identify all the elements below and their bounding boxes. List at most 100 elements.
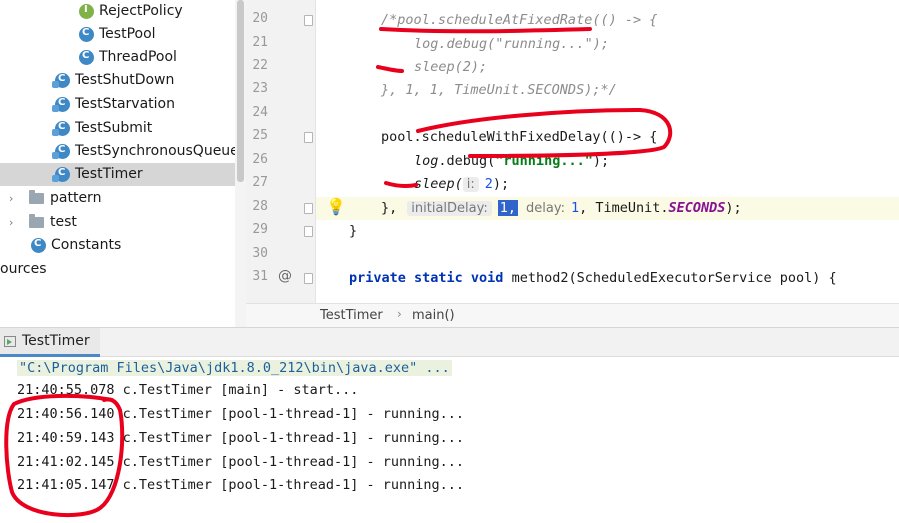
line-number: 23 xyxy=(252,81,268,96)
code-line-31[interactable]: private static void method2(ScheduledExe… xyxy=(316,267,899,290)
console-command[interactable]: "C:\Program Files\Java\jdk1.8.0_212\bin\… xyxy=(17,360,452,376)
interface-icon xyxy=(79,4,94,19)
gutter-row: 25 xyxy=(246,126,316,149)
fold-marker-icon[interactable] xyxy=(304,226,313,237)
gutter-row: 27 xyxy=(246,173,316,196)
tree-item-rejectpolicy[interactable]: RejectPolicy xyxy=(0,0,235,23)
code-comment: /*pool.scheduleAtFixedRate(() -> { xyxy=(381,12,658,28)
code-line-26[interactable]: log.debug("running..."); xyxy=(316,150,899,173)
code-text: ); xyxy=(492,176,510,192)
gutter-row: 21 xyxy=(246,33,316,56)
code-line-25[interactable]: pool.scheduleWithFixedDelay(()-> { xyxy=(316,126,899,149)
gutter-row: 31 @ xyxy=(246,267,316,290)
editor-gutter: 20 21 22 23 24 25 26 27 28 29 30 31 @ xyxy=(246,0,316,303)
run-config-icon xyxy=(4,335,16,347)
code-text: , TimeUnit. xyxy=(579,200,669,216)
class-icon xyxy=(52,121,70,136)
gutter-row: 24 xyxy=(246,103,316,126)
line-number: 30 xyxy=(252,246,268,261)
tree-item-label: Constants xyxy=(51,237,122,253)
code-number: 2 xyxy=(484,176,493,192)
code-text: } xyxy=(349,223,358,239)
tree-item-label: TestTimer xyxy=(75,166,143,182)
class-icon xyxy=(79,27,94,42)
tree-item-pattern[interactable]: › pattern xyxy=(0,187,235,210)
tree-item-testtimer[interactable]: TestTimer xyxy=(0,163,235,186)
run-tab-testtimer[interactable]: TestTimer xyxy=(0,328,100,357)
project-tree[interactable]: RejectPolicy TestPool ThreadPool TestShu… xyxy=(0,0,246,327)
fold-marker-icon[interactable] xyxy=(304,203,313,214)
class-icon xyxy=(52,73,70,88)
chevron-right-icon[interactable]: › xyxy=(9,192,23,205)
run-console[interactable]: "C:\Program Files\Java\jdk1.8.0_212\bin\… xyxy=(0,357,899,523)
code-text: }, xyxy=(381,200,398,216)
run-panel-header: TestTimer xyxy=(0,327,899,357)
tree-item-testpool[interactable]: TestPool xyxy=(0,23,235,46)
code-method: sleep( xyxy=(414,176,463,192)
tree-item-threadpool[interactable]: ThreadPool xyxy=(0,46,235,69)
tree-item-teststarvation[interactable]: TestStarvation xyxy=(0,93,235,116)
tree-item-label: ources xyxy=(0,261,47,277)
fold-marker-icon[interactable] xyxy=(304,273,313,284)
class-icon xyxy=(52,167,70,182)
code-field: log xyxy=(414,153,439,169)
tree-item-constants[interactable]: Constants xyxy=(0,234,235,257)
tree-item-label: pattern xyxy=(50,190,102,206)
chevron-right-icon[interactable]: › xyxy=(9,216,23,229)
param-hint: i: xyxy=(462,177,479,192)
tree-item-label: TestSynchronousQueue xyxy=(75,143,239,159)
breadcrumb-method[interactable]: main() xyxy=(412,308,455,323)
tree-item-label: ThreadPool xyxy=(99,49,177,65)
tree-scrollbar-thumb[interactable] xyxy=(237,0,244,182)
breadcrumb: TestTimer › main() xyxy=(246,303,899,327)
line-number: 31 xyxy=(252,269,268,284)
override-annotation-icon[interactable]: @ xyxy=(278,268,292,284)
fold-marker-icon[interactable] xyxy=(304,132,313,143)
breadcrumb-class[interactable]: TestTimer xyxy=(320,308,383,323)
code-editor[interactable]: 20 21 22 23 24 25 26 27 28 29 30 31 @ /*p… xyxy=(246,0,899,303)
gutter-row: 30 xyxy=(246,244,316,267)
gutter-row: 28 xyxy=(246,197,316,220)
code-line-22[interactable]: sleep(2); xyxy=(316,56,899,79)
code-number: 1 xyxy=(570,200,580,216)
class-icon xyxy=(31,238,46,253)
code-text: .debug( xyxy=(438,153,496,169)
console-line: 21:40:59.143 c.TestTimer [pool-1-thread-… xyxy=(17,430,465,446)
line-number: 21 xyxy=(252,35,268,50)
tree-item-label: RejectPolicy xyxy=(99,3,183,19)
tree-item-label: TestStarvation xyxy=(75,96,175,112)
line-number: 24 xyxy=(252,105,268,120)
gutter-row: 29 xyxy=(246,220,316,243)
lightbulb-icon[interactable]: 💡 xyxy=(326,197,346,216)
tree-item-testsynchronousqueue[interactable]: TestSynchronousQueue xyxy=(0,140,239,163)
code-line-28[interactable]: }, initialDelay: 1, delay: 1, TimeUnit.SECON… xyxy=(316,197,899,220)
code-text: pool.scheduleWithFixedDelay(()-> { xyxy=(381,129,658,145)
fold-marker-icon[interactable] xyxy=(304,15,313,26)
class-icon xyxy=(52,144,70,159)
code-line-23[interactable]: }, 1, 1, TimeUnit.SECONDS);*/ xyxy=(316,79,899,102)
param-hint: initialDelay: xyxy=(407,201,492,216)
param-hint: delay: xyxy=(526,201,565,216)
console-line: 21:41:05.147 c.TestTimer [pool-1-thread-… xyxy=(17,477,465,493)
class-icon xyxy=(52,97,70,112)
code-comment: sleep(2); xyxy=(414,59,488,75)
class-icon xyxy=(79,50,94,65)
code-line-20[interactable]: /*pool.scheduleAtFixedRate(() -> { xyxy=(316,9,899,32)
tree-item-label: TestShutDown xyxy=(75,72,175,88)
tree-item-test[interactable]: › test xyxy=(0,211,235,234)
code-constant: SECONDS xyxy=(668,200,726,216)
breadcrumb-separator-icon: › xyxy=(397,307,402,321)
tree-item-testshutdown[interactable]: TestShutDown xyxy=(0,69,235,92)
tree-scrollbar[interactable] xyxy=(235,0,246,327)
code-line-21[interactable]: log.debug("running..."); xyxy=(316,33,899,56)
code-line-27[interactable]: sleep(i: 2); xyxy=(316,173,899,196)
code-comment: log.debug("running..."); xyxy=(414,36,610,52)
tree-item-resources[interactable]: ources xyxy=(0,258,235,281)
line-number: 27 xyxy=(252,175,268,190)
selected-value[interactable]: 1, xyxy=(497,200,518,216)
tree-item-testsubmit[interactable]: TestSubmit xyxy=(0,117,235,140)
line-number: 28 xyxy=(252,199,268,214)
code-line-29[interactable]: } xyxy=(316,220,899,243)
console-line: 21:40:56.140 c.TestTimer [pool-1-thread-… xyxy=(17,406,465,422)
line-number: 25 xyxy=(252,128,268,143)
